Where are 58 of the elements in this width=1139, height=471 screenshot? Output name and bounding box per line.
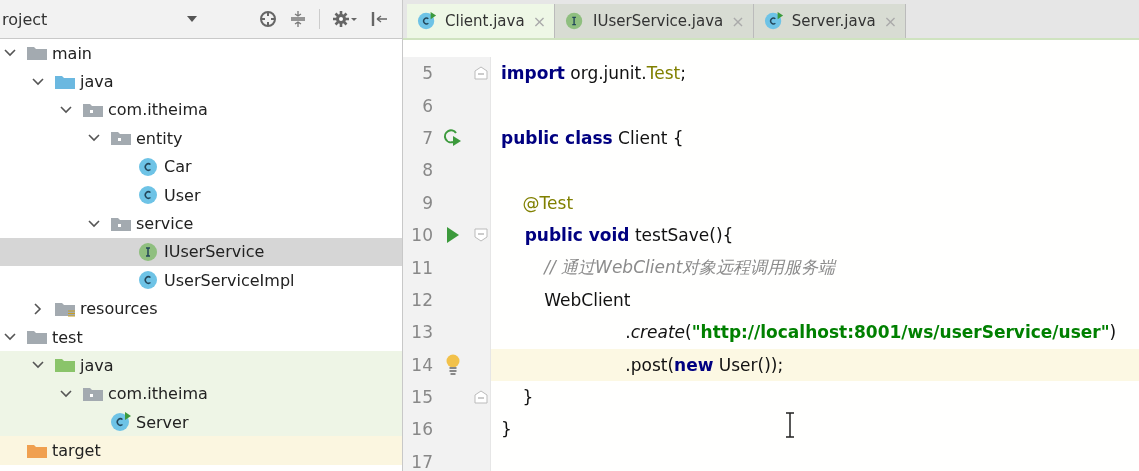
tree-item[interactable]: com.itheima bbox=[0, 95, 402, 125]
editor-tab[interactable]: Server.java × bbox=[753, 4, 907, 38]
chevron-right-icon[interactable] bbox=[32, 302, 44, 315]
line-number: 13 bbox=[410, 322, 433, 343]
chevron-down-icon[interactable] bbox=[60, 103, 72, 116]
fold-marker-icon[interactable] bbox=[474, 228, 488, 243]
tree-item[interactable]: java bbox=[0, 351, 402, 380]
dropdown-caret-icon[interactable] bbox=[187, 16, 198, 22]
tree-item[interactable]: Car bbox=[0, 152, 402, 181]
code-line: import org.junit.Test; bbox=[500, 63, 686, 84]
line-number: 9 bbox=[421, 192, 433, 213]
hide-panel-icon[interactable] bbox=[370, 10, 388, 28]
line-number: 11 bbox=[410, 257, 433, 278]
code-line: .post(new User()); bbox=[624, 354, 784, 375]
line-number: 6 bbox=[421, 95, 433, 116]
tree-item[interactable]: target bbox=[0, 436, 402, 465]
chevron-down-icon[interactable] bbox=[88, 217, 100, 230]
tree-item[interactable]: UserServiceImpl bbox=[0, 266, 402, 295]
run-icon[interactable] bbox=[446, 226, 460, 245]
lightbulb-icon[interactable] bbox=[445, 353, 461, 376]
code-line: public void testSave(){ bbox=[523, 225, 734, 246]
editor-tab[interactable]: IUserService.java × bbox=[555, 4, 754, 38]
line-number: 15 bbox=[410, 387, 433, 408]
code-line: .create("http://localhost:8001/ws/userService/user") bbox=[624, 322, 1117, 343]
line-number: 16 bbox=[410, 419, 433, 440]
line-number: 17 bbox=[410, 451, 433, 471]
fold-marker-icon[interactable] bbox=[474, 66, 488, 81]
code-line: } bbox=[521, 387, 534, 408]
line-number: 8 bbox=[421, 160, 433, 181]
code-line: // 通过WebClient对象远程调用服务端 bbox=[542, 256, 836, 280]
line-number: 7 bbox=[421, 127, 433, 148]
tree-item[interactable]: com.itheima bbox=[0, 379, 402, 409]
chevron-down-icon[interactable] bbox=[60, 387, 72, 400]
tree-item[interactable]: java bbox=[0, 67, 402, 96]
panel-title[interactable]: roject bbox=[2, 9, 48, 29]
tree-item[interactable]: main bbox=[0, 39, 402, 68]
tree-item[interactable]: Server bbox=[0, 408, 402, 437]
line-number: 5 bbox=[421, 63, 433, 84]
code-line: public class Client { bbox=[500, 127, 684, 148]
line-number: 14 bbox=[410, 354, 433, 375]
tree-item[interactable]: IUserService bbox=[0, 237, 402, 267]
tree-item[interactable]: service bbox=[0, 209, 402, 238]
code-line: @Test bbox=[521, 192, 574, 213]
line-number: 12 bbox=[410, 289, 433, 310]
settings-icon[interactable] bbox=[332, 10, 358, 28]
text-cursor-icon bbox=[785, 412, 795, 438]
chevron-down-icon[interactable] bbox=[32, 75, 44, 88]
tree-item[interactable]: resources bbox=[0, 294, 402, 323]
line-number: 10 bbox=[410, 225, 433, 246]
crosshair-icon[interactable] bbox=[259, 10, 277, 28]
fold-marker-icon[interactable] bbox=[474, 390, 488, 405]
tree-item[interactable]: test bbox=[0, 322, 402, 352]
tree-item[interactable]: entity bbox=[0, 124, 402, 153]
tree-item[interactable]: User bbox=[0, 180, 402, 210]
editor-tab[interactable]: Client.java × bbox=[407, 4, 556, 38]
collapse-all-icon[interactable] bbox=[289, 10, 307, 28]
code-line: WebClient bbox=[543, 289, 631, 310]
code-line: } bbox=[500, 419, 512, 440]
